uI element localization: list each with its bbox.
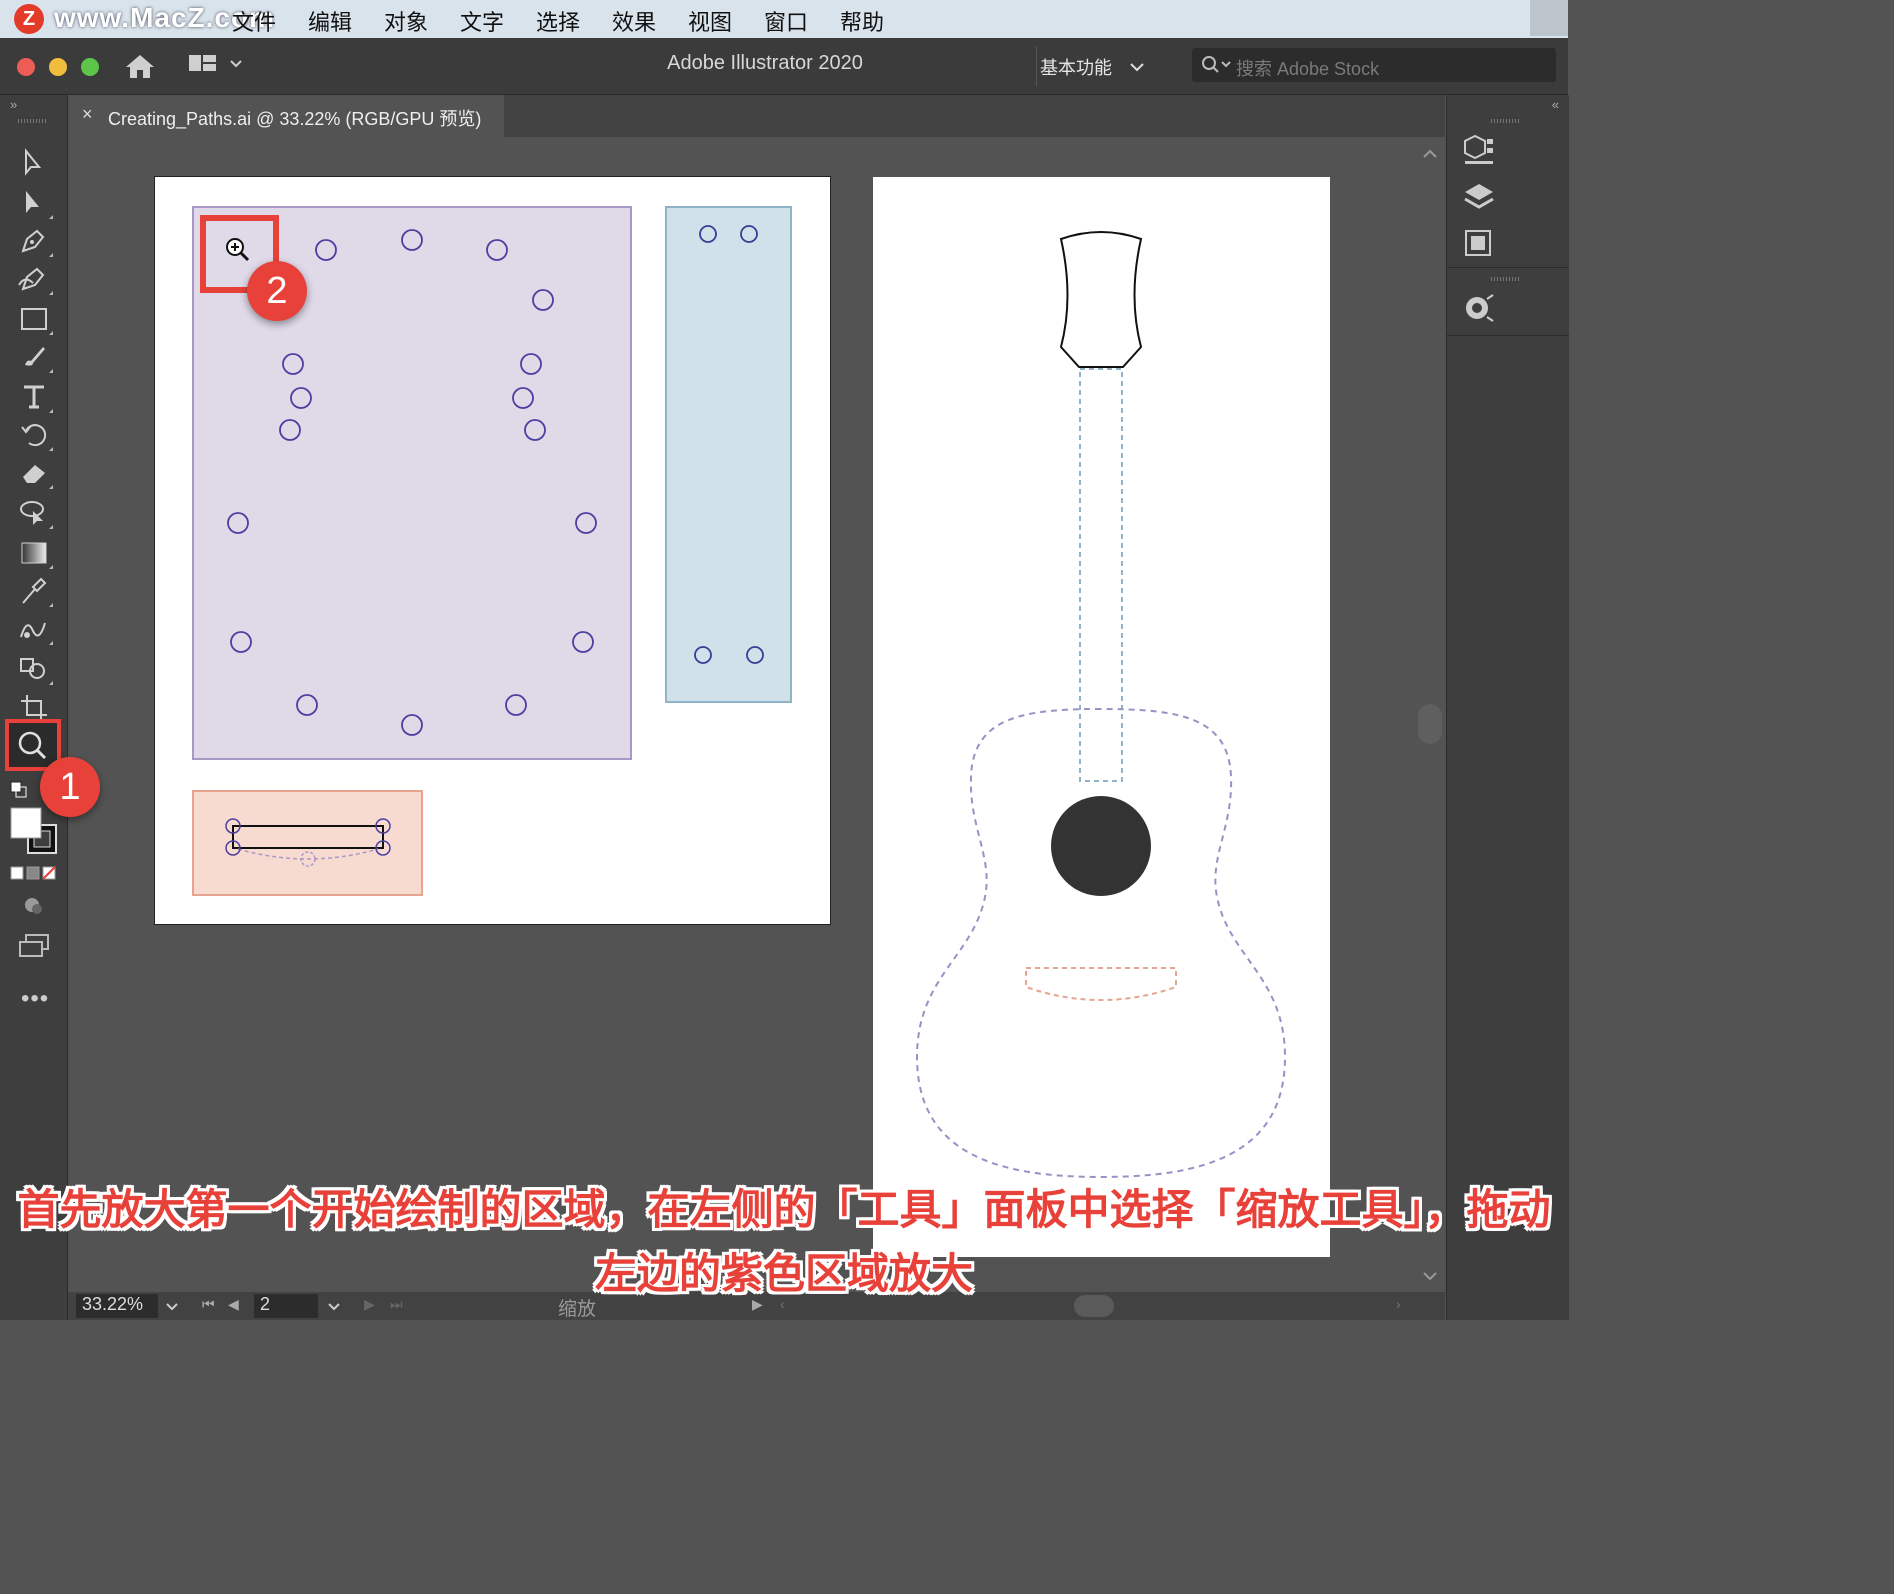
workspace-switcher[interactable]: 基本功能 [1040,54,1147,80]
default-colors-icon[interactable] [10,781,30,804]
curvature-tool[interactable] [17,263,53,295]
more-tools-icon[interactable]: ••• [21,985,49,1013]
home-icon[interactable] [124,52,156,85]
chevron-down-icon[interactable] [164,1301,180,1313]
layers-icon[interactable] [1461,181,1497,220]
guitar-headstock [1059,231,1143,368]
divider [1447,267,1569,268]
menu-effect[interactable]: 效果 [612,5,656,37]
menu-edit[interactable]: 编辑 [308,5,352,37]
zoom-window-button[interactable] [81,58,99,76]
artboards-icon[interactable] [1461,227,1497,266]
menu-object[interactable]: 对象 [384,5,428,37]
app-title: Adobe Illustrator 2020 [667,52,863,74]
fill-stroke-swatch[interactable] [10,807,60,862]
menu-select[interactable]: 选择 [536,5,580,37]
color-guide-icon[interactable] [1461,291,1497,330]
divider [1036,46,1037,86]
vertical-scrollbar[interactable] [1416,138,1444,1290]
eyedropper-tool[interactable] [17,575,53,607]
chevron-down-icon [1130,63,1144,72]
panel-grip[interactable] [18,119,48,123]
close-window-button[interactable] [17,58,35,76]
divider [1447,335,1569,336]
artboard-2[interactable] [873,177,1330,1257]
search-icon [1200,54,1234,81]
rectangle-tool[interactable] [17,303,53,335]
collapse-panel-icon[interactable]: « [1552,97,1559,112]
menu-view[interactable]: 视图 [688,5,732,37]
screen-mode-icon[interactable] [18,933,50,964]
search-placeholder: 搜索 Adobe Stock [1236,59,1380,79]
right-panel-dock: « [1446,95,1569,1320]
step-badge-2: 2 [247,261,307,321]
expand-panel-icon[interactable]: » [10,97,17,112]
macos-menubar: Z www.MacZ.com 文件 编辑 对象 文字 选择 效果 视图 窗口 帮… [0,0,1568,38]
eraser-tool[interactable] [17,457,53,489]
chevron-down-icon[interactable] [326,1301,342,1313]
selection-tool[interactable] [17,147,51,179]
workspace-label: 基本功能 [1040,58,1112,78]
site-logo: Z [14,4,44,34]
guitar-template-artwork [915,231,1287,1179]
magnifier-icon [18,731,47,760]
scroll-up-icon[interactable] [1416,144,1444,164]
guitar-bridge-outline [1025,967,1177,1001]
panel-grip[interactable] [1491,119,1521,123]
tutorial-caption-line-2: 左边的紫色区域放大 [594,1250,973,1297]
gradient-tool[interactable] [17,537,53,569]
tutorial-caption-line-1: 首先放大第一个开始绘制的区域，在左侧的「工具」面板中选择「缩放工具」，拖动 [17,1186,1551,1233]
menu-type[interactable]: 文字 [460,5,504,37]
app-titlebar: Adobe Illustrator 2020 基本功能 搜索 Adobe Sto… [0,38,1568,95]
guitar-neck-outline [1079,368,1123,782]
blue-neck-region [665,206,792,703]
shape-builder-tool[interactable] [17,653,53,685]
arrange-documents-icon[interactable] [188,52,250,83]
document-tab[interactable]: × Creating_Paths.ai @ 33.22% (RGB/GPU 预览… [68,95,504,137]
tools-panel: » 1 ••• [0,95,100,1320]
menu-file[interactable]: 文件 [232,5,276,37]
menu-window[interactable]: 窗口 [764,5,808,37]
close-tab-icon[interactable]: × [82,104,93,125]
menu-help[interactable]: 帮助 [840,5,884,37]
scroll-thumb[interactable] [1418,704,1442,744]
stock-search-field[interactable]: 搜索 Adobe Stock [1192,48,1556,82]
panel-grip[interactable] [1491,277,1521,281]
blend-tool[interactable] [17,613,53,645]
guitar-soundhole [1051,796,1151,896]
document-tab-title: Creating_Paths.ai @ 33.22% (RGB/GPU 预览) [108,109,482,129]
rotate-tool[interactable] [17,419,53,451]
guitar-body-outline [915,707,1287,1179]
direct-selection-tool[interactable] [17,187,53,219]
libraries-icon[interactable] [1461,133,1497,172]
menubar-extra [1530,0,1568,36]
pen-tool[interactable] [17,225,53,257]
lasso-tool[interactable] [17,497,53,529]
color-mode-icons[interactable] [10,865,58,886]
paintbrush-tool[interactable] [17,341,53,373]
type-tool[interactable] [17,381,53,413]
minimize-window-button[interactable] [49,58,67,76]
draw-mode-icon[interactable] [22,895,46,922]
document-tabs: × Creating_Paths.ai @ 33.22% (RGB/GPU 预览… [68,95,1445,137]
